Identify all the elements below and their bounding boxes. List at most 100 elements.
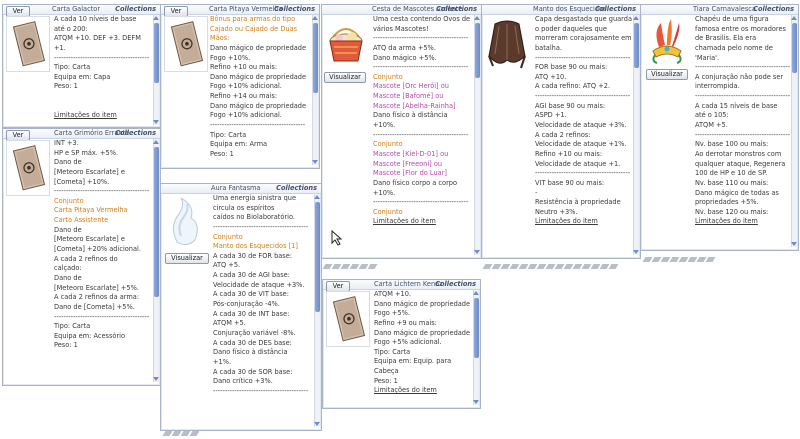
description-line: 'Maria'.: [695, 53, 720, 62]
description-line: Ao derrotar monstros com: [695, 149, 782, 158]
description-line: Tipo: Carta: [374, 347, 411, 356]
description-line: Fogo +10%.: [210, 53, 251, 62]
description-line: Mascote [Flor do Luar]: [373, 169, 447, 178]
description: Chapéu de uma figura famosa entre os mora…: [695, 15, 790, 227]
scrollbar[interactable]: [312, 15, 318, 165]
description-line: ----------------------------------------: [54, 312, 150, 321]
description: INT +3. HP e SP máx. +5%. Dano de [Meteoro …: [54, 139, 152, 351]
titlebar[interactable]: Manto dos Esquecidos Collections: [482, 5, 640, 15]
scroll-thumb[interactable]: [315, 202, 320, 312]
description-line: ATQ da arma +5%.: [373, 43, 436, 52]
tiara-image: [645, 17, 689, 65]
visualizar-button[interactable]: Visualizar: [165, 253, 209, 264]
description-line: ----------------------------------------: [373, 34, 469, 43]
description-line: +10%.: [373, 121, 396, 130]
description-line: até o 200:: [54, 24, 88, 33]
description-line: Nv. base 110 ou mais:: [695, 178, 769, 187]
scrollbar[interactable]: [791, 15, 797, 247]
description-line: Dano mágico de propriedade: [210, 43, 307, 52]
scroll-thumb[interactable]: [313, 23, 318, 93]
description-line: A conjuração não pode ser: [695, 72, 784, 81]
description-line: Velocidade de ataque +3%.: [213, 280, 305, 289]
description: Uma cesta contendo Ovos de vários Mascote…: [373, 15, 473, 227]
description-line: [Cometa] +20% adicional.: [54, 245, 141, 254]
description-line: Tipo: Carta: [54, 63, 91, 72]
description-line: famosa entre os moradores: [695, 24, 786, 33]
scroll-thumb[interactable]: [474, 298, 479, 358]
description-line: A cada 30 de AGI base:: [213, 271, 290, 280]
description-line: HP e SP máx. +5%.: [54, 148, 119, 157]
titlebar[interactable]: Cesta de Mascotes Ardente Collections: [322, 5, 481, 15]
tab-strip: [642, 256, 716, 264]
tab-strip: [482, 263, 619, 271]
watermark: Collections: [276, 184, 317, 192]
description-line: A cada refino: ATQ +2.: [535, 82, 611, 91]
description-line: Peso: 1: [54, 82, 78, 91]
window-title: Tiara Carnavalesca: [693, 5, 756, 13]
description-line: [Meteoro Escarlate] e: [54, 235, 125, 244]
titlebar[interactable]: Aura Fantasma Collections: [161, 184, 321, 194]
description-line: ATQM +5.: [695, 121, 728, 130]
description-line: A cada 2 refinos do: [54, 254, 118, 263]
description-line[interactable]: Limitações do item: [373, 217, 473, 227]
description-line: Chapéu de uma figura: [695, 15, 769, 23]
description-line[interactable]: Limitações do item: [374, 386, 472, 396]
scrollbar[interactable]: [153, 15, 159, 125]
description-line: [Cometa] +10%.: [54, 177, 110, 186]
description-line: Peso: 1: [374, 376, 398, 385]
description-line: Mascote [Orc Herói] ou: [373, 82, 449, 91]
description: A cada 10 níveis de base até o 200: ATQM +…: [54, 15, 152, 121]
visualizar-button[interactable]: Visualizar: [324, 72, 366, 83]
description-line: Uma energia sinistra que: [213, 194, 296, 202]
description-line: Refino +10 ou mais:: [210, 63, 278, 72]
description-line: Mãos:: [210, 34, 230, 43]
description-line: circula os espíritos: [213, 203, 275, 212]
description-line: Dano mágico de propriedade: [210, 72, 307, 81]
aura-image: [165, 196, 207, 248]
description: Capa desgastada que guarda o poder daquel…: [535, 15, 632, 227]
description-line: A cada 30 de INT base:: [213, 309, 290, 318]
description-line: de Brasilis. Ela era: [695, 34, 757, 43]
description-line: Conjunto: [373, 207, 403, 216]
description-line: ATQM +10. DEF +3. DEFM: [54, 34, 141, 43]
titlebar[interactable]: Tiara Carnavalesca Collections: [641, 5, 798, 15]
description: ATQM +10. Dano mágico de propriedade Fogo …: [374, 290, 472, 396]
description-line: Dano físico à distância: [373, 111, 448, 120]
scrollbar[interactable]: [474, 15, 480, 255]
description-line[interactable]: Limitações do item: [695, 217, 790, 227]
scrollbar[interactable]: [153, 139, 159, 382]
description-line: Dano mágico de propriedade: [374, 299, 471, 308]
window-manto-dos-esquecidos: Manto dos Esquecidos Collections Capa des…: [481, 4, 641, 259]
description-line: ATQ +10.: [535, 72, 567, 81]
description-line: Dano de [Cometa] +5%.: [54, 302, 135, 311]
card-image: [164, 16, 208, 72]
window-cesta-de-mascotes-ardente: Cesta de Mascotes Ardente Collections Vis…: [321, 4, 482, 259]
scroll-thumb[interactable]: [634, 23, 639, 68]
description-line: Mascote [Kiel-D-01] ou: [373, 149, 449, 158]
description-line[interactable]: Limitações do item: [54, 111, 152, 121]
scroll-thumb[interactable]: [154, 23, 159, 83]
description-line: Dano mágico de propriedade: [210, 101, 307, 110]
description-line: propriedades +5%.: [695, 198, 759, 207]
scrollbar[interactable]: [314, 194, 320, 427]
description-line: Nv. base 120 ou mais:: [695, 207, 769, 216]
scroll-thumb[interactable]: [792, 23, 797, 73]
cloak-image: [485, 16, 529, 74]
description: Uma energia sinistra que circula os espír…: [213, 194, 313, 396]
tab-strip: [322, 263, 378, 271]
description-line: Dano de: [54, 158, 82, 167]
scrollbar[interactable]: [633, 15, 639, 255]
watermark: Collections: [435, 280, 476, 288]
scroll-thumb[interactable]: [475, 23, 480, 78]
description-line: A cada 30 de SOR base:: [213, 367, 293, 376]
visualizar-button[interactable]: Visualizar: [646, 69, 688, 80]
scrollbar[interactable]: [473, 290, 479, 405]
description-line: [Meteoro Escarlate] e: [54, 167, 125, 176]
description-line: A cada 30 de DES base:: [213, 338, 292, 347]
description-line: ATQ +5.: [213, 261, 241, 270]
description-line: Tipo: Carta: [54, 322, 91, 331]
window-title: Carta Lichtern Kenaz: [374, 280, 443, 288]
description-line: A cada 15 níveis de base: [695, 101, 778, 110]
scroll-thumb[interactable]: [154, 147, 159, 297]
description-line[interactable]: Limitações do item: [535, 217, 632, 227]
